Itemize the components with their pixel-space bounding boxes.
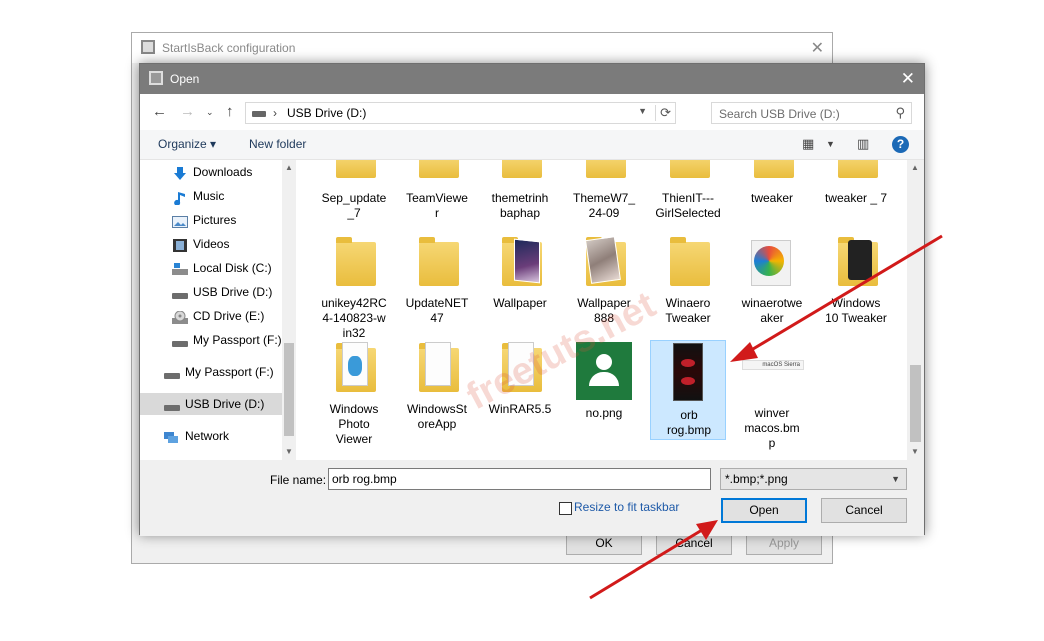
arrow-line	[589, 528, 703, 600]
arrow-head	[730, 342, 758, 362]
arrow-to-selected-file	[730, 234, 943, 362]
annotation-arrows	[589, 234, 943, 600]
arrow-to-open-button	[589, 520, 718, 600]
arrow-line	[747, 234, 943, 354]
